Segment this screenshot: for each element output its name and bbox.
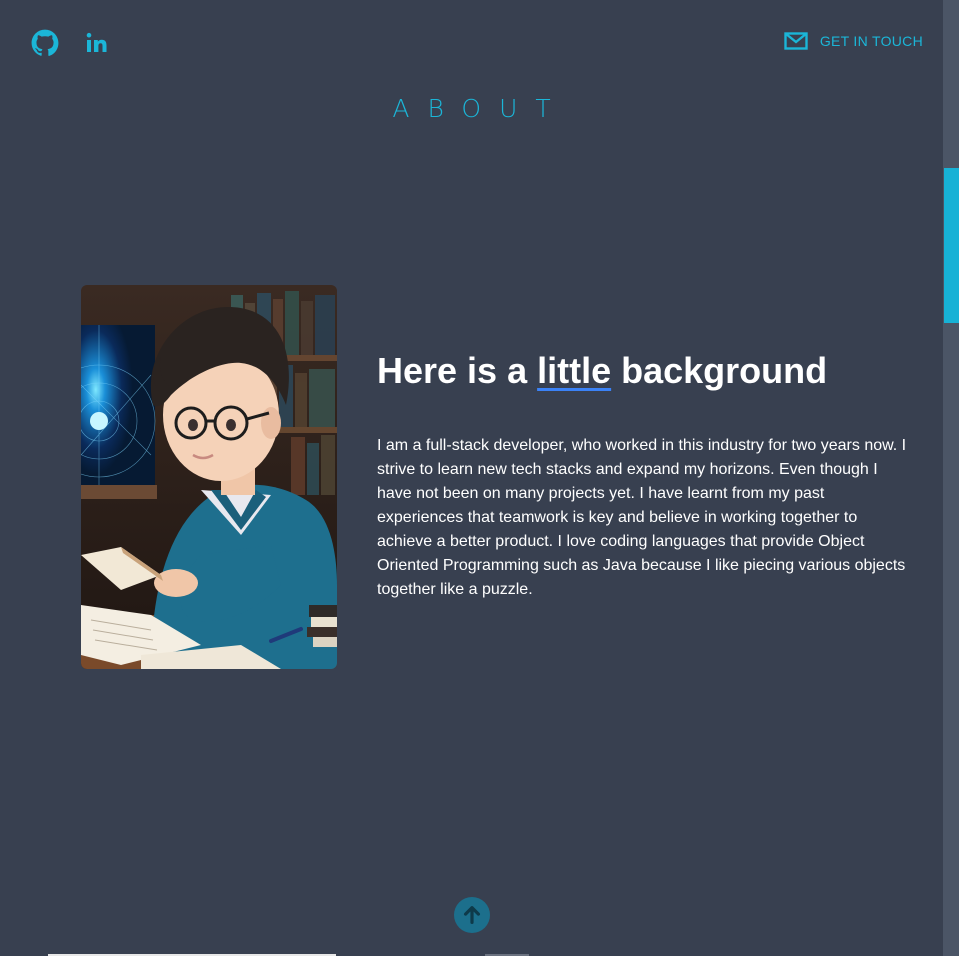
headline-prefix: Here is a: [377, 350, 538, 391]
portrait-illustration: [81, 285, 337, 669]
headline-highlight: little: [537, 350, 612, 391]
mail-icon: [784, 32, 808, 50]
social-links: [30, 28, 112, 58]
arrow-up-icon: [463, 906, 481, 924]
scroll-to-top-button[interactable]: [454, 897, 490, 933]
portrait-image: [81, 285, 337, 669]
about-page: GET IN TOUCH ABOUT Here is a little back…: [0, 0, 943, 956]
linkedin-link[interactable]: [82, 28, 112, 58]
get-in-touch-label: GET IN TOUCH: [819, 33, 923, 49]
about-bio: I am a full-stack developer, who worked …: [377, 437, 907, 598]
vertical-scrollbar[interactable]: [943, 0, 959, 956]
about-headline: Here is a little background: [377, 350, 917, 392]
github-icon: [31, 29, 59, 56]
github-link[interactable]: [30, 28, 60, 58]
section-title: ABOUT: [392, 94, 569, 123]
headline-suffix: background: [611, 350, 828, 391]
get-in-touch-button[interactable]: GET IN TOUCH: [784, 32, 923, 50]
scrollbar-thumb[interactable]: [944, 168, 959, 323]
linkedin-icon: [86, 32, 107, 52]
